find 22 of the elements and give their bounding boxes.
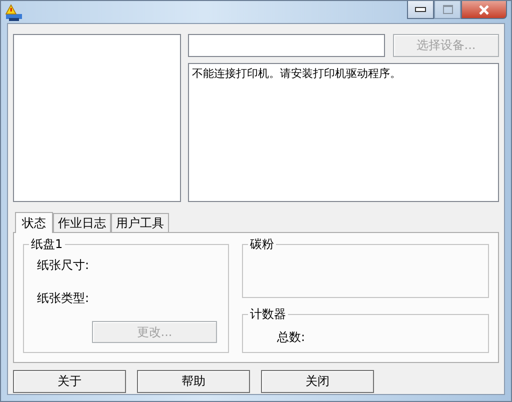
paper-size-label: 纸张尺寸:	[37, 257, 90, 274]
minimize-icon	[415, 7, 426, 12]
printer-warning-icon	[5, 4, 23, 22]
tab[interactable]: 作业日志	[53, 213, 111, 232]
maximize-icon	[442, 5, 452, 14]
close-icon	[478, 4, 490, 14]
minimize-button[interactable]	[407, 1, 434, 19]
tab[interactable]: 状态	[15, 212, 53, 233]
group-title: 计数器	[248, 307, 288, 322]
dialog-button[interactable]: 关于	[13, 370, 126, 393]
printer-list[interactable]	[13, 34, 181, 202]
total-label: 总数:	[277, 329, 306, 346]
tab[interactable]: 用户工具	[111, 213, 169, 232]
group-title: 纸盘1	[29, 237, 65, 251]
dialog-button[interactable]: 帮助	[137, 370, 250, 393]
message-text: 不能连接打印机。请安装打印机驱动程序。	[192, 67, 401, 80]
device-field[interactable]	[188, 34, 385, 57]
message-box[interactable]: 不能连接打印机。请安装打印机驱动程序。	[188, 63, 499, 202]
group-title: 碳粉	[248, 237, 276, 251]
dialog-button[interactable]: 关闭	[261, 370, 374, 393]
close-button[interactable]	[461, 1, 507, 19]
paper-type-label: 纸张类型:	[37, 290, 90, 307]
